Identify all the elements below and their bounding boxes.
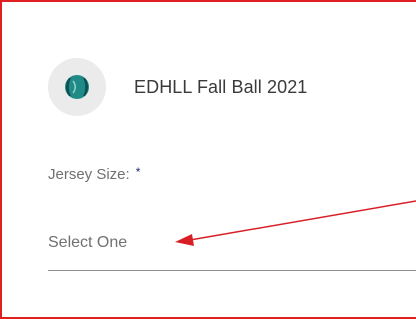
event-title: EDHLL Fall Ball 2021	[134, 76, 308, 97]
jersey-size-select-value: Select One	[48, 234, 128, 251]
event-logo	[48, 58, 106, 116]
event-header: EDHLL Fall Ball 2021	[48, 58, 307, 116]
required-marker: *	[135, 165, 141, 179]
jersey-size-select[interactable]: Select One	[48, 230, 416, 271]
ball-icon	[65, 75, 89, 99]
jersey-size-label: Jersey Size: *	[48, 165, 141, 183]
screenshot-frame: EDHLL Fall Ball 2021 Jersey Size: * Selec…	[0, 0, 416, 319]
jersey-size-label-text: Jersey Size:	[48, 166, 130, 183]
